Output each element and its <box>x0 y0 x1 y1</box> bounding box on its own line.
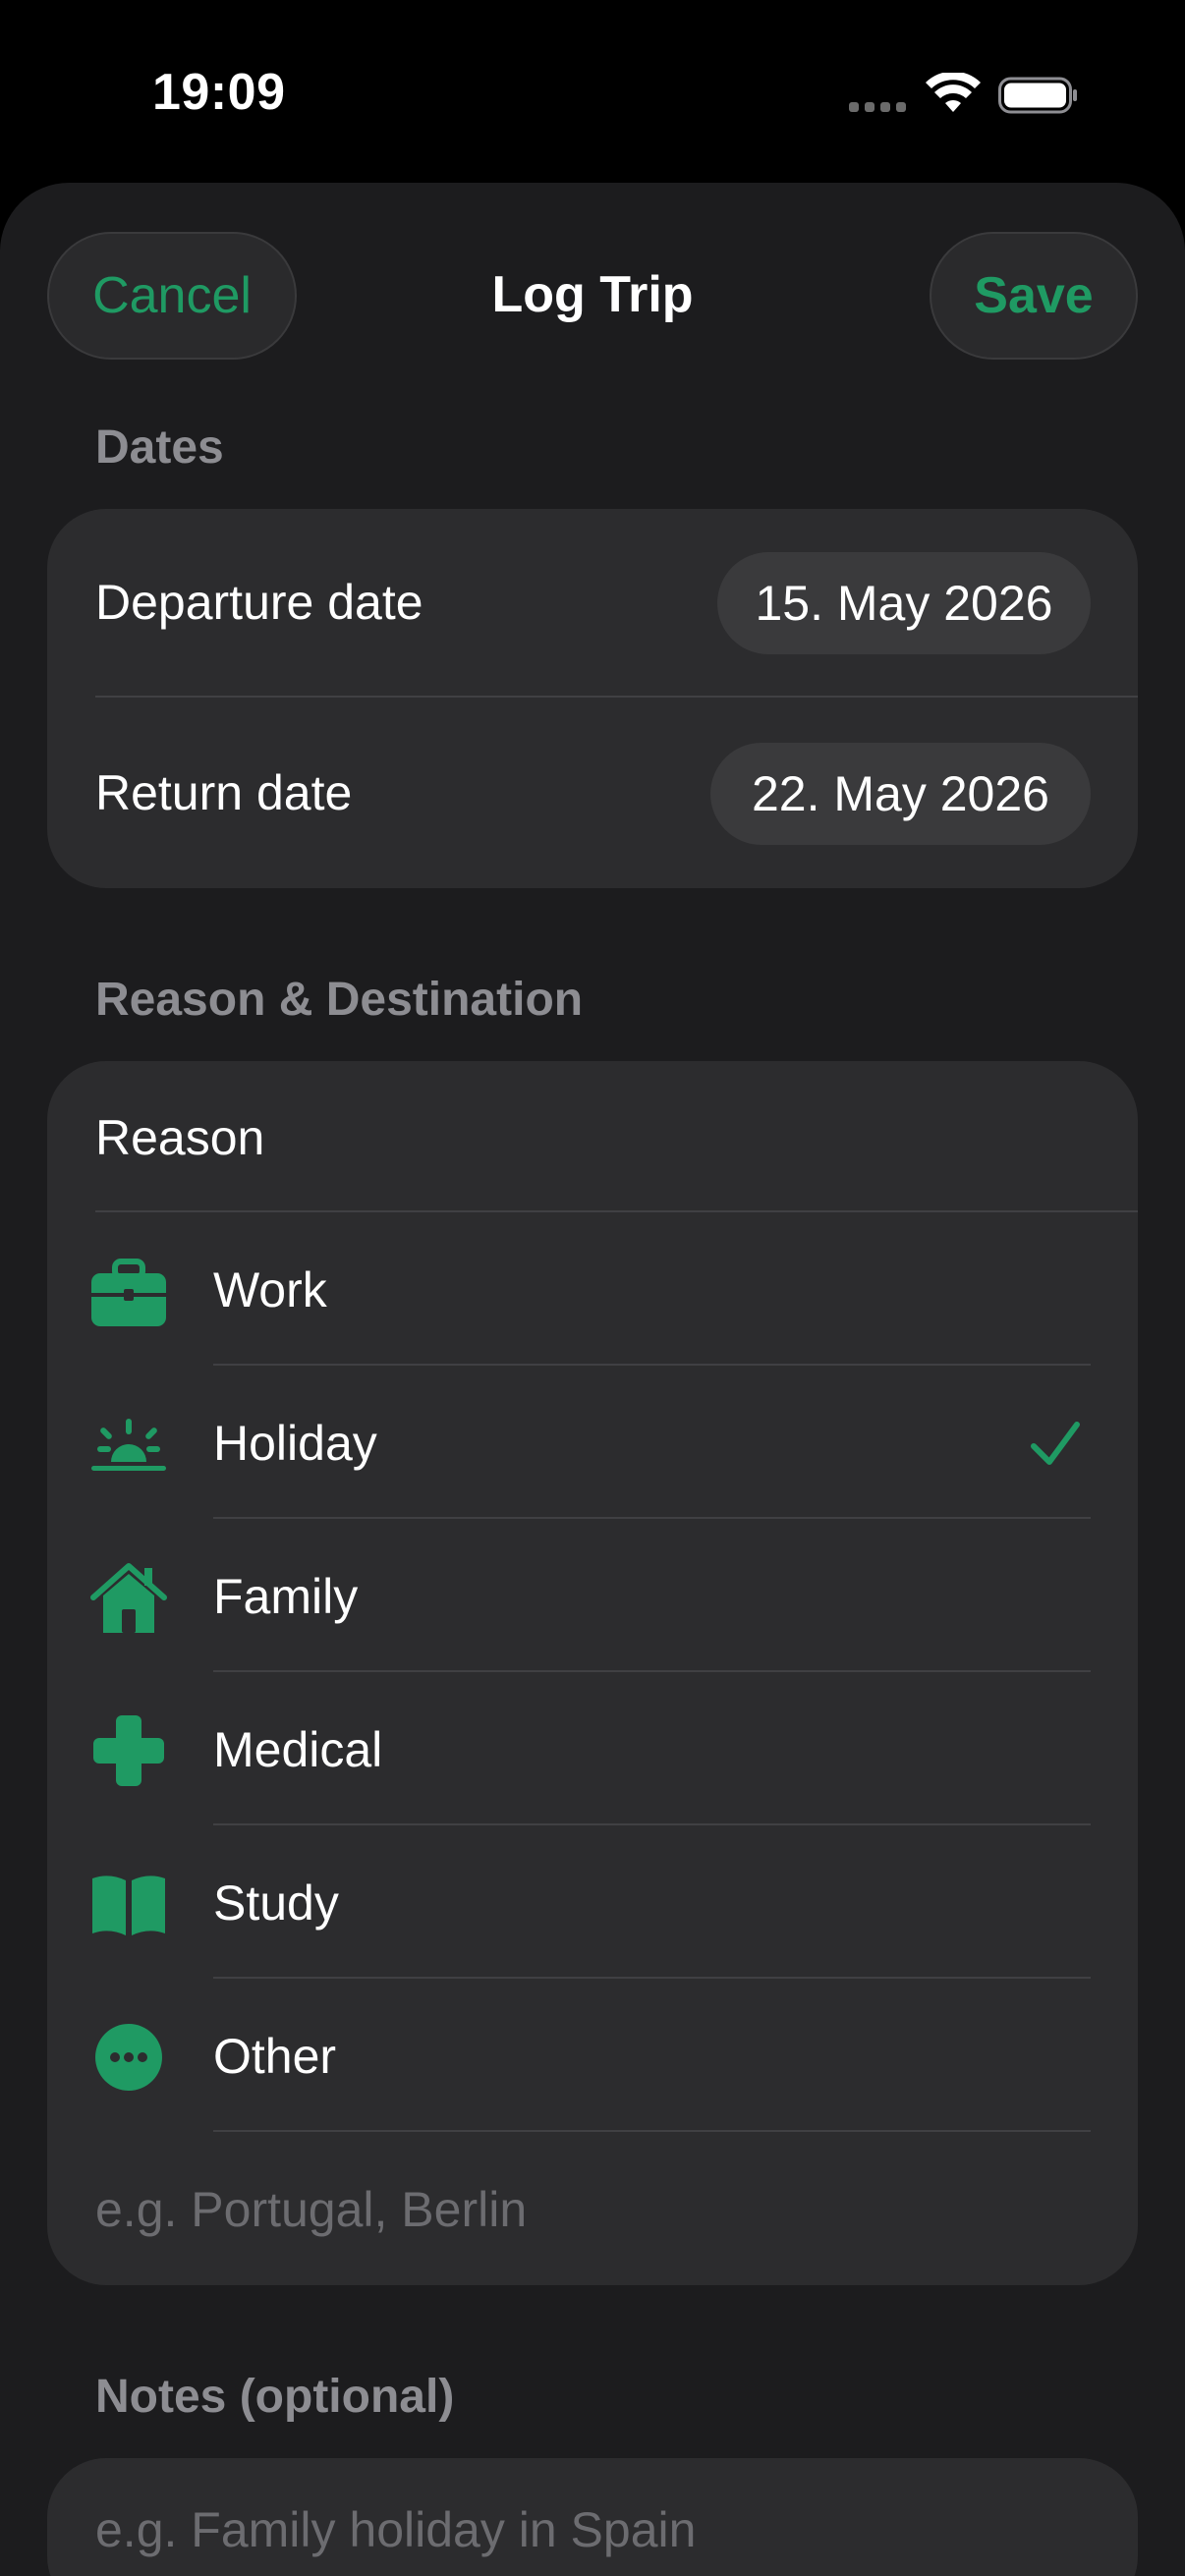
reason-destination-section-header: Reason & Destination <box>95 974 584 1026</box>
house-icon <box>90 1563 167 1633</box>
battery-icon <box>998 77 1077 114</box>
sunrise-icon <box>91 1419 166 1471</box>
divider <box>213 1670 1091 1672</box>
return-date-label: Return date <box>95 765 353 820</box>
divider <box>213 1823 1091 1825</box>
reason-label: Reason <box>95 1110 265 1165</box>
divider <box>95 696 1138 698</box>
divider <box>95 1210 1138 1212</box>
divider <box>213 2130 1091 2132</box>
reason-option-label: Work <box>213 1262 327 1317</box>
wifi-icon <box>926 73 981 112</box>
reason-option-label: Family <box>213 1569 359 1624</box>
checkmark-icon <box>1031 1422 1080 1465</box>
notes-field[interactable]: e.g. Family holiday in Spain <box>95 2501 696 2558</box>
departure-date-label: Departure date <box>95 575 423 630</box>
return-date-picker[interactable]: 22. May 2026 <box>710 743 1091 845</box>
reason-option-label: Holiday <box>213 1416 377 1471</box>
dates-card: Departure date 15. May 2026 Return date … <box>47 509 1138 888</box>
divider <box>213 1517 1091 1519</box>
reason-option-label: Other <box>213 2029 337 2084</box>
reason-option-label: Study <box>213 1876 339 1931</box>
destination-field[interactable]: e.g. Portugal, Berlin <box>95 2181 527 2238</box>
briefcase-icon <box>91 1259 166 1326</box>
book-icon <box>92 1876 165 1935</box>
reason-destination-card: Reason <box>47 1061 1138 2285</box>
save-button[interactable]: Save <box>930 232 1138 360</box>
reason-option-label: Medical <box>213 1722 383 1777</box>
notes-section-header: Notes (optional) <box>95 2371 455 2423</box>
status-time: 19:09 <box>152 64 286 121</box>
cross-icon <box>93 1715 164 1786</box>
dates-section-header: Dates <box>95 421 224 474</box>
cellular-signal-icon <box>849 102 908 116</box>
ellipsis-circle-icon <box>95 2024 162 2091</box>
screen: 19:09 Cancel Log Trip Save Dates Departu… <box>0 0 1185 2576</box>
departure-date-picker[interactable]: 15. May 2026 <box>717 552 1091 654</box>
divider <box>213 1977 1091 1979</box>
divider <box>213 1364 1091 1366</box>
